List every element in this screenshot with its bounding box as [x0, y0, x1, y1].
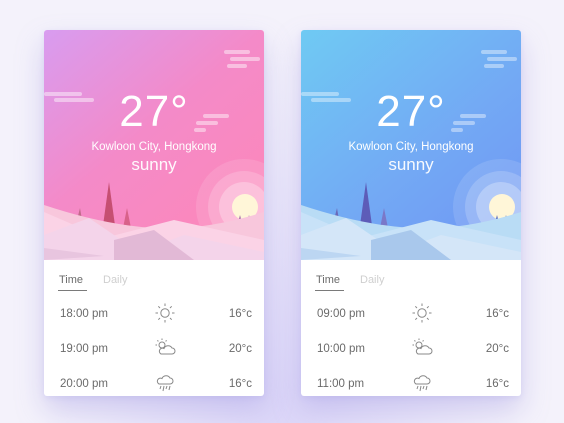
- forecast-row: 10:00 pm 20°c: [301, 336, 521, 366]
- rain-cloud-icon: [411, 372, 433, 394]
- weather-card-blue: 27° Kowloon City, Hongkong sunny Time Da…: [301, 30, 521, 396]
- sun-icon: [154, 302, 176, 324]
- forecast-time: 18:00 pm: [60, 308, 108, 320]
- forecast-row: 19:00 pm 20°c: [44, 336, 264, 366]
- hero-panel: 27° Kowloon City, Hongkong sunny: [44, 30, 264, 260]
- tab-time[interactable]: Time: [57, 273, 88, 291]
- forecast-temp: 16°c: [228, 378, 252, 390]
- forecast-time: 09:00 pm: [317, 308, 365, 320]
- condition-label: sunny: [131, 155, 177, 174]
- tab-daily[interactable]: Daily: [360, 273, 384, 287]
- rain-cloud-icon: [154, 372, 176, 394]
- forecast-row: 11:00 pm 16°c: [301, 371, 521, 396]
- condition-label: sunny: [388, 155, 434, 174]
- forecast-temp: 20°c: [485, 343, 509, 355]
- location-label: Kowloon City, Hongkong: [91, 141, 217, 153]
- forecast-time: 11:00 pm: [317, 378, 365, 390]
- partly-cloudy-icon: [411, 337, 433, 359]
- tab-time[interactable]: Time: [314, 273, 345, 291]
- forecast-temp: 16°c: [485, 308, 509, 320]
- temperature-display: 27°: [119, 87, 189, 136]
- hero-panel: 27° Kowloon City, Hongkong sunny: [301, 30, 521, 260]
- temperature-display: 27°: [376, 87, 446, 136]
- forecast-temp: 16°c: [228, 308, 252, 320]
- forecast-row: 20:00 pm 16°c: [44, 371, 264, 396]
- location-label: Kowloon City, Hongkong: [348, 141, 474, 153]
- forecast-temp: 20°c: [228, 343, 252, 355]
- weather-card-pink: 27° Kowloon City, Hongkong sunny Time Da…: [44, 30, 264, 396]
- tab-daily[interactable]: Daily: [103, 273, 127, 287]
- forecast-row: 09:00 pm 16°c: [301, 301, 521, 331]
- forecast-time: 19:00 pm: [60, 343, 108, 355]
- forecast-temp: 16°c: [485, 378, 509, 390]
- partly-cloudy-icon: [154, 337, 176, 359]
- forecast-row: 18:00 pm 16°c: [44, 301, 264, 331]
- forecast-time: 20:00 pm: [60, 378, 108, 390]
- forecast-time: 10:00 pm: [317, 343, 365, 355]
- sun-icon: [411, 302, 433, 324]
